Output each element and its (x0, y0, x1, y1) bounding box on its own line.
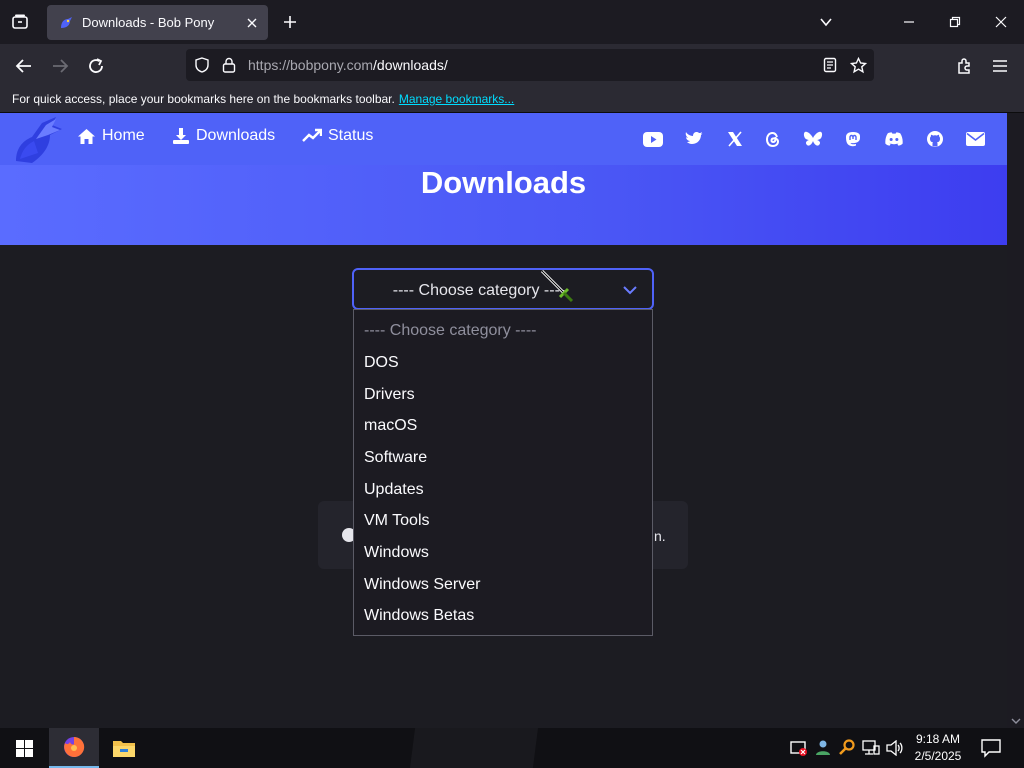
windows-taskbar: 9:18 AM 2/5/2025 (0, 728, 1024, 768)
volume-icon[interactable] (886, 739, 904, 757)
email-icon[interactable] (965, 129, 985, 149)
browser-nav-bar: https://bobpony.com/downloads/ (0, 44, 1024, 85)
nav-status[interactable]: Status (302, 127, 373, 145)
close-tab-icon[interactable] (240, 11, 264, 35)
browser-tab-bar: Downloads - Bob Pony (0, 0, 1024, 44)
home-icon (78, 128, 95, 144)
page-title: Downloads (420, 165, 587, 200)
nav-downloads[interactable]: Downloads (172, 127, 275, 145)
nav-home[interactable]: Home (77, 127, 145, 145)
nav-status-label: Status (328, 127, 374, 144)
page-scrollbar[interactable] (1007, 113, 1024, 728)
bob-pony-logo-icon[interactable] (12, 115, 66, 165)
youtube-icon[interactable] (643, 129, 663, 149)
site-navbar: Home Downloads Status (0, 113, 1007, 165)
reader-view-icon[interactable] (820, 55, 840, 75)
option-windows-server[interactable]: Windows Server (364, 576, 480, 594)
discord-icon[interactable] (884, 129, 904, 149)
bookmarks-message: For quick access, place your bookmarks h… (12, 92, 395, 106)
url-text: https://bobpony.com/downloads/ (248, 57, 448, 73)
option-updates[interactable]: Updates (364, 481, 424, 499)
tab-list-chevron-icon[interactable] (812, 8, 840, 36)
scroll-down-arrow-icon[interactable] (1011, 716, 1021, 726)
twitter-icon[interactable] (684, 129, 704, 149)
option-vm-tools[interactable]: VM Tools (364, 512, 430, 530)
download-icon (173, 128, 189, 144)
option-windows-betas[interactable]: Windows Betas (364, 607, 474, 625)
bluesky-icon[interactable] (803, 129, 823, 149)
windows-start-icon[interactable] (0, 728, 48, 768)
shield-icon[interactable] (192, 55, 212, 75)
reload-icon[interactable] (82, 52, 110, 80)
bookmarks-toolbar: For quick access, place your bookmarks h… (0, 85, 1024, 113)
security-alert-icon[interactable] (790, 739, 808, 757)
site-favicon-icon (61, 16, 72, 28)
close-window-icon[interactable] (987, 8, 1015, 36)
option-macos[interactable]: macOS (364, 417, 417, 435)
manage-bookmarks-link[interactable]: Manage bookmarks... (399, 92, 514, 106)
clock-date: 2/5/2025 (914, 749, 962, 763)
option-windows[interactable]: Windows (364, 544, 429, 562)
option-placeholder[interactable]: ---- Choose category ---- (364, 322, 536, 340)
firefox-taskbar-icon[interactable] (49, 728, 99, 768)
menu-hamburger-icon[interactable] (986, 52, 1014, 80)
tab-overview-icon[interactable] (8, 10, 32, 34)
clock-time: 9:18 AM (915, 732, 961, 746)
new-tab-icon[interactable] (278, 10, 302, 34)
option-software[interactable]: Software (364, 449, 427, 467)
tab-title: Downloads - Bob Pony (82, 15, 215, 30)
chevron-down-icon (623, 286, 637, 295)
extensions-icon[interactable] (950, 52, 978, 80)
minimize-icon[interactable] (895, 8, 923, 36)
browser-tab-active[interactable]: Downloads - Bob Pony (47, 5, 268, 40)
trend-icon (302, 128, 322, 142)
taskbar-background-shape (410, 728, 538, 768)
address-bar[interactable]: https://bobpony.com/downloads/ (186, 49, 874, 81)
restore-icon[interactable] (941, 8, 969, 36)
forward-arrow-icon[interactable] (46, 52, 74, 80)
file-explorer-taskbar-icon[interactable] (99, 728, 149, 768)
user-network-icon[interactable] (814, 739, 832, 757)
mastodon-icon[interactable] (843, 129, 863, 149)
lock-icon[interactable] (219, 55, 239, 75)
network-icon[interactable] (862, 739, 880, 757)
action-center-icon[interactable] (980, 738, 1002, 758)
back-arrow-icon[interactable] (10, 52, 38, 80)
page-viewport: Home Downloads Status Downloads n. ---- … (0, 113, 1024, 728)
category-select[interactable]: ---- Choose category ---- (352, 268, 654, 310)
sword-cursor-icon (540, 269, 574, 303)
category-dropdown-list: ---- Choose category ---- DOS Drivers ma… (353, 309, 653, 636)
github-icon[interactable] (925, 129, 945, 149)
alert-text: n. (654, 528, 666, 544)
option-dos[interactable]: DOS (364, 354, 399, 372)
nav-downloads-label: Downloads (196, 127, 276, 144)
bookmark-star-icon[interactable] (848, 55, 868, 75)
x-icon[interactable] (725, 129, 745, 149)
search-key-icon[interactable] (838, 739, 856, 757)
threads-icon[interactable] (763, 129, 783, 149)
option-drivers[interactable]: Drivers (364, 386, 415, 404)
nav-home-label: Home (102, 127, 145, 144)
taskbar-clock[interactable]: 9:18 AM 2/5/2025 (908, 731, 968, 765)
